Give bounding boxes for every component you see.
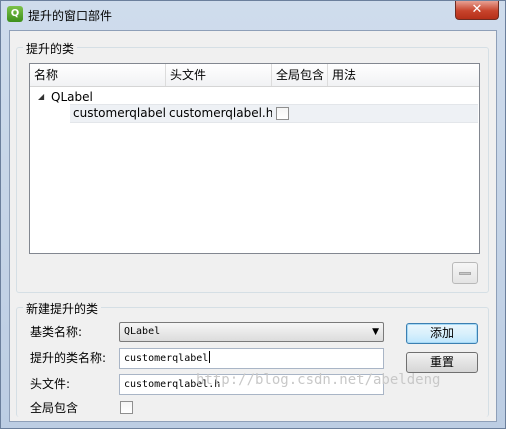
tree-item-promoted-class[interactable]: customerqlabel customerqlabel.h xyxy=(70,104,478,123)
dropdown-arrow-icon[interactable]: ▼ xyxy=(372,323,379,341)
base-class-combobox[interactable]: QLabel ▼ xyxy=(119,322,384,342)
new-promoted-class-group-title: 新建提升的类 xyxy=(23,300,102,317)
promoted-class-header-cell: customerqlabel.h xyxy=(169,106,272,120)
dialog-window: Q 提升的窗口部件 ✕ 提升的类 名称 头文件 全局包含 用法 ◢ QLabel… xyxy=(0,0,506,429)
base-class-combo-value: QLabel xyxy=(124,326,161,337)
expand-arrow-icon[interactable]: ◢ xyxy=(38,88,44,106)
dialog-client-area: 提升的类 名称 头文件 全局包含 用法 ◢ QLabel customerqla… xyxy=(9,30,497,422)
promoted-class-name-input-value: customerqlabel xyxy=(124,351,211,364)
column-header-name[interactable]: 名称 xyxy=(30,64,166,86)
promoted-class-name-label: 提升的类名称: xyxy=(30,351,107,365)
close-button[interactable]: ✕ xyxy=(455,1,499,20)
promoted-class-global-include-cell xyxy=(272,105,328,124)
remove-class-button[interactable] xyxy=(452,262,478,284)
column-header-global-include[interactable]: 全局包含 xyxy=(272,64,328,86)
global-include-checkbox-row[interactable] xyxy=(276,107,289,120)
global-include-label: 全局包含 xyxy=(30,401,79,415)
promoted-class-name-cell: customerqlabel xyxy=(73,106,166,120)
watermark-text: http://blog.csdn.net/abeldeng xyxy=(196,372,441,388)
promoted-class-name-input[interactable]: customerqlabel xyxy=(119,348,384,369)
promoted-classes-group-title: 提升的类 xyxy=(23,40,78,57)
column-header-header-file[interactable]: 头文件 xyxy=(166,64,272,86)
tree-header: 名称 头文件 全局包含 用法 xyxy=(30,64,479,87)
window-title: 提升的窗口部件 xyxy=(28,9,113,23)
close-icon: ✕ xyxy=(471,2,483,17)
reset-button[interactable]: 重置 xyxy=(406,352,478,373)
minus-icon xyxy=(459,272,471,275)
base-class-label: 基类名称: xyxy=(30,325,83,339)
promoted-class-usage-cell xyxy=(328,105,478,124)
add-button[interactable]: 添加 xyxy=(406,323,478,344)
global-include-checkbox[interactable] xyxy=(120,401,133,414)
qt-designer-icon: Q xyxy=(7,6,23,22)
title-bar[interactable]: Q 提升的窗口部件 ✕ xyxy=(1,1,505,29)
promoted-classes-tree[interactable]: 名称 头文件 全局包含 用法 ◢ QLabel customerqlabel c… xyxy=(29,63,480,254)
text-caret xyxy=(209,351,211,363)
header-file-label: 头文件: xyxy=(30,377,71,391)
column-header-usage[interactable]: 用法 xyxy=(328,64,479,86)
